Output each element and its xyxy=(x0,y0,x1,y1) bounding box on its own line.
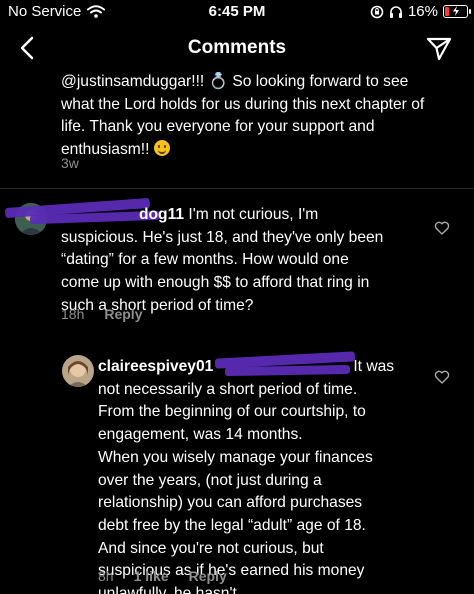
comment-line: I'm not curious, I'm xyxy=(184,206,319,223)
comment-line: life. Thank you everyone for your suppor… xyxy=(61,118,375,136)
avatar-image-icon xyxy=(62,355,94,387)
comment-line: unlawfully, he hasn't. xyxy=(98,585,242,594)
comment-line: From the beginning of our courtship, to xyxy=(98,403,366,421)
page-title: Comments xyxy=(187,37,287,58)
reply-first-line: claireespivey01 It was xyxy=(98,356,428,379)
comment-meta: 18h Reply xyxy=(61,306,142,322)
battery-level xyxy=(445,7,449,16)
heart-icon[interactable] xyxy=(434,220,450,236)
comment-line: suspicious. He's just 18, and they've on… xyxy=(61,228,384,246)
reply-button[interactable]: Reply xyxy=(189,568,227,584)
divider xyxy=(0,188,474,189)
comment-line: not necessarily a short period of time. xyxy=(98,380,358,398)
comment-line: over the years, (not just during a xyxy=(98,471,322,489)
battery-icon xyxy=(443,5,471,18)
headphones-icon xyxy=(389,5,402,18)
comment-line: debt free by the legal “adult” age of 18… xyxy=(98,516,366,534)
comment-meta: 8h 1 like Reply xyxy=(98,568,227,584)
grinning-emoji-icon xyxy=(153,140,170,157)
comment-line: “dating” for a few months. How would one xyxy=(61,251,349,269)
reply-button[interactable]: Reply xyxy=(104,306,142,322)
comment-line: what the Lord holds for us during this n… xyxy=(61,95,425,113)
comment-line: engagement, was 14 months. xyxy=(98,426,303,444)
header: Comments xyxy=(0,28,474,68)
comment-caption: @justinsamduggar!!! 💍 So looking forward… xyxy=(61,71,461,162)
comment-line: And since you're not curious, but xyxy=(98,539,324,557)
status-bar: No Service 6:45 PM 16% xyxy=(0,0,474,26)
comment-line: relationship) you can afford purchases xyxy=(98,494,363,512)
comment-line-last: enthusiasm!! xyxy=(61,139,461,162)
likes-count[interactable]: 1 like xyxy=(134,568,169,584)
comment-time: 18h xyxy=(61,306,85,322)
reply-username[interactable]: claireespivey01 xyxy=(98,358,213,375)
comment-line: come up with enough $$ to afford that ri… xyxy=(61,274,370,292)
comment-first-line: dog11 I'm not curious, I'm xyxy=(61,204,431,227)
charging-icon xyxy=(453,6,459,16)
comment-line: When you wisely manage your finances xyxy=(98,448,373,466)
battery-percent: 16% xyxy=(407,3,438,20)
comment-time: 8h xyxy=(98,568,114,584)
comment-username[interactable]: dog11 xyxy=(139,206,184,223)
send-icon[interactable] xyxy=(426,36,452,62)
comment-body: dog11 I'm not curious, I'm suspicious. H… xyxy=(61,204,431,318)
comment-line: @justinsamduggar!!! 💍 So looking forward… xyxy=(61,73,409,90)
comment-time: 3w xyxy=(61,155,79,171)
reply-body: claireespivey01 It was not necessarily a … xyxy=(98,356,428,594)
status-right: 16% xyxy=(370,3,471,20)
avatar[interactable] xyxy=(62,355,94,387)
orientation-lock-icon xyxy=(370,5,384,18)
heart-icon[interactable] xyxy=(434,369,450,385)
comment-meta: 3w xyxy=(61,155,79,171)
comment-line: It was xyxy=(353,358,395,375)
